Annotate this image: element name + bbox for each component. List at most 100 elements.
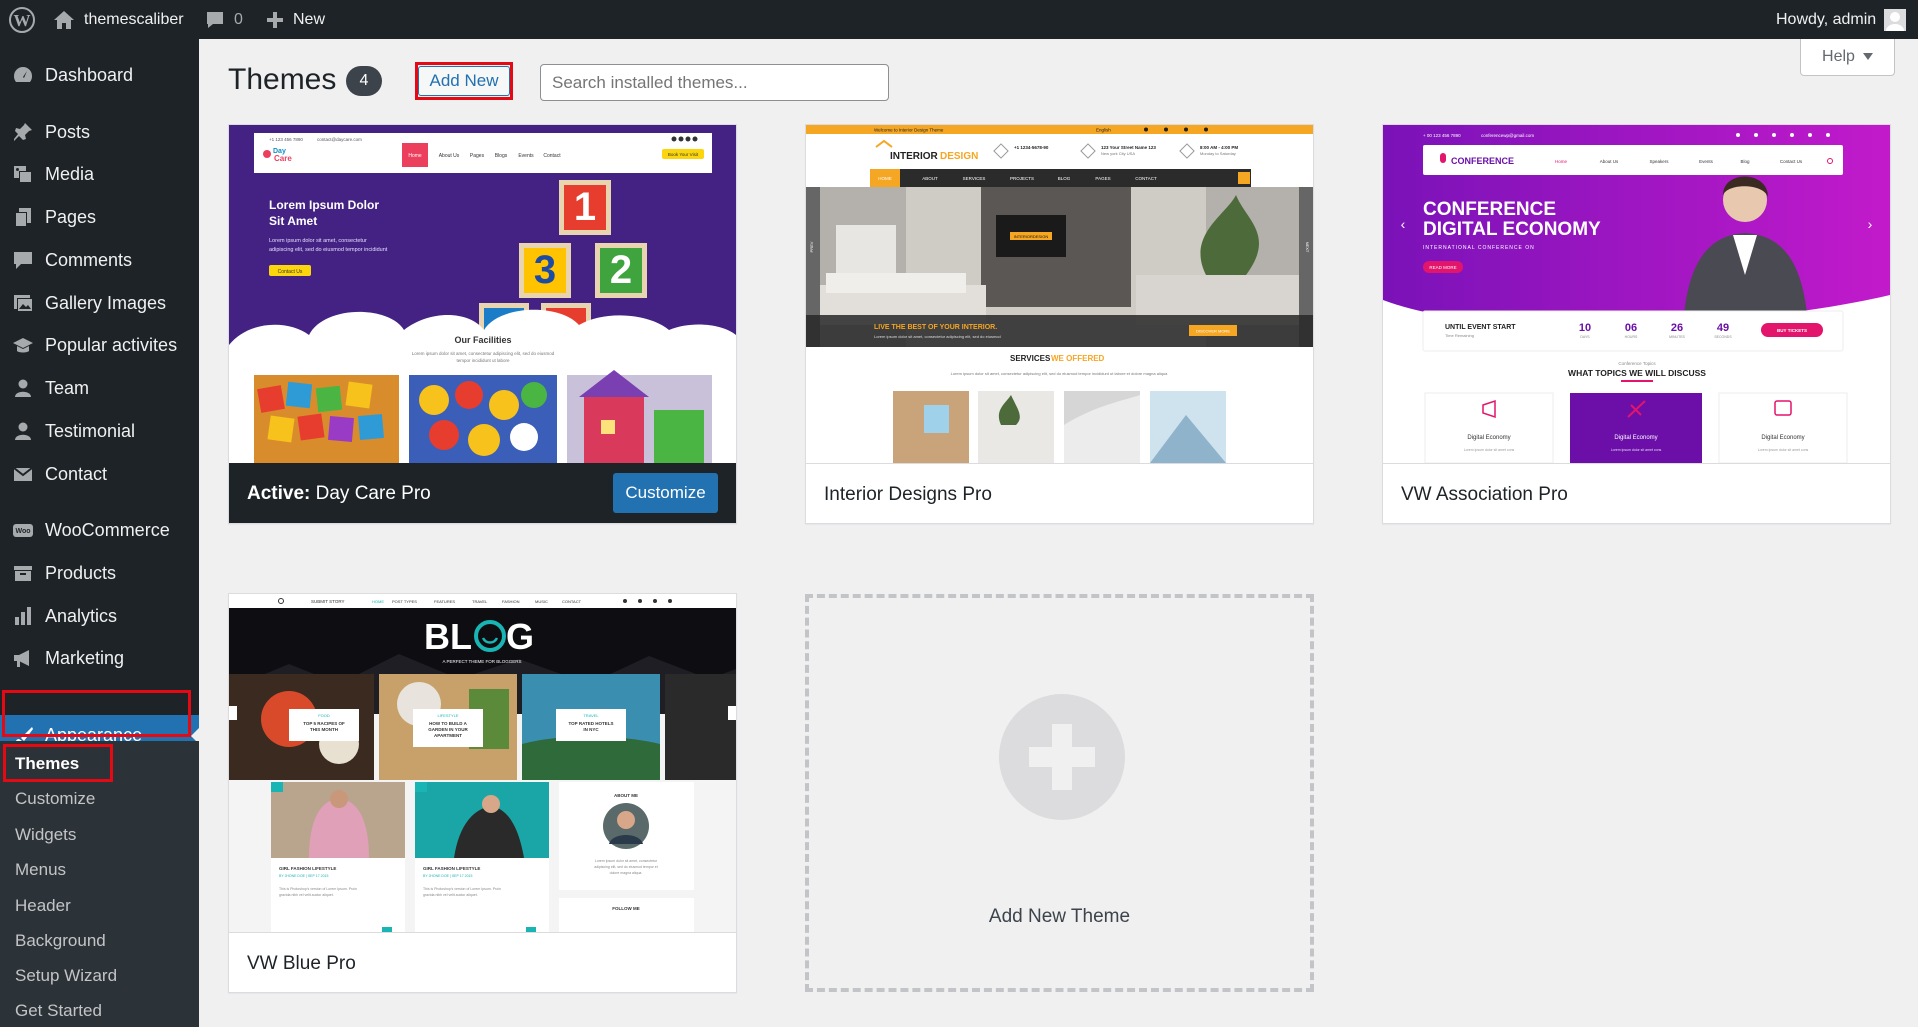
submenu-customize[interactable]: Customize <box>15 784 95 814</box>
conference-card-1-text: Lorem ipsum dolor sit amet cons <box>1464 448 1515 452</box>
twitter-icon <box>638 599 642 603</box>
conference-hero-button: READ MORE <box>1429 265 1456 270</box>
conference-hero-sub: INTERNATIONAL CONFERENCE ON <box>1423 245 1535 251</box>
new-content-link[interactable]: New <box>266 0 325 39</box>
blog-title-1: BL <box>424 616 472 657</box>
conference-event-sub: Time Remaining <box>1445 333 1474 338</box>
blog-slide-3-category: TRAVEL <box>583 713 599 718</box>
sidebar-item-gallery-images[interactable]: Gallery Images <box>0 282 199 324</box>
daycare-nav-about: About Us <box>439 153 460 159</box>
search-themes-input[interactable] <box>540 64 889 101</box>
interior-hero-title: LIVE THE BEST OF YOUR INTERIOR. <box>874 324 997 331</box>
blog-slider-prev-icon <box>229 706 237 720</box>
sidebar-item-products[interactable]: Products <box>0 552 199 594</box>
plus-icon <box>999 694 1125 820</box>
gallery-icon <box>11 291 35 315</box>
sidebar-item-contact[interactable]: Contact <box>0 453 199 495</box>
submenu-widgets[interactable]: Widgets <box>15 820 76 850</box>
sidebar-item-team[interactable]: Team <box>0 367 199 409</box>
sidebar-item-posts[interactable]: Posts <box>0 111 199 153</box>
interior-nav-about: ABOUT <box>922 176 938 181</box>
interior-logo-2: DESIGN <box>940 151 978 162</box>
sidebar-item-label: Pages <box>45 206 97 227</box>
sidebar-item-testimonial[interactable]: Testimonial <box>0 410 199 452</box>
comments-link[interactable]: 0 <box>205 0 243 39</box>
submenu-themes[interactable]: Themes <box>15 749 79 779</box>
blog-nav-post-types: POST TYPES <box>392 599 417 604</box>
my-account-link[interactable]: Howdy, admin <box>1776 0 1907 39</box>
sidebar-item-marketing[interactable]: Marketing <box>0 637 199 679</box>
daycare-block-1: 1 <box>574 185 596 229</box>
daycare-block-2: 2 <box>610 248 632 292</box>
theme-card-day-care-pro[interactable]: +1 123 456 7890 contact@daycare.com Day … <box>228 124 737 524</box>
conference-card-2-text: Lorem ipsum dolor sit amet cons <box>1611 448 1662 452</box>
sidebar-item-label: Gallery Images <box>45 292 167 313</box>
svg-text:W: W <box>14 11 31 30</box>
interior-next: NEXT <box>1305 242 1310 253</box>
interior-phone: +1 1234-5678-90 <box>1014 145 1049 150</box>
sidebar-item-popular-activites[interactable]: Popular activites <box>0 324 199 366</box>
theme-name-bar: Active: Day Care Pro Customize <box>229 463 736 523</box>
blog-nav-travel: TRAVEL <box>472 599 488 604</box>
submenu-background[interactable]: Background <box>15 926 106 956</box>
sidebar-item-pages[interactable]: Pages <box>0 196 199 238</box>
blog-slide-3-title-1: TOP RATED HOTELS <box>568 721 613 726</box>
daycare-hero-text-1: Lorem ipsum dolor sit amet, consectetur <box>269 238 367 244</box>
daycare-hero-title-1: Lorem Ipsum Dolor <box>269 198 379 212</box>
sidebar-item-dashboard[interactable]: Dashboard <box>0 54 199 96</box>
conference-hero-2: DIGITAL ECONOMY <box>1423 219 1601 240</box>
daycare-facilities-title: Our Facilities <box>454 335 511 345</box>
theme-card-interior-designs-pro[interactable]: Welcome to Interior Design Theme English… <box>805 124 1314 524</box>
pinterest-icon <box>1790 133 1794 137</box>
sidebar-item-media[interactable]: Media <box>0 153 199 195</box>
countdown-hours-value: 06 <box>1625 322 1637 334</box>
sidebar-item-label: Testimonial <box>45 420 136 441</box>
conference-topics-title: WHAT TOPICS WE WILL DISCUSS <box>1568 368 1706 378</box>
theme-name-bar: Interior Designs Pro <box>806 463 1313 523</box>
theme-name-bar: VW Association Pro <box>1383 463 1890 523</box>
wordpress-logo-icon[interactable]: W <box>9 0 35 39</box>
daycare-block-3: 3 <box>534 248 556 292</box>
active-prefix: Active: <box>247 482 311 504</box>
instagram-icon <box>1772 133 1776 137</box>
blog-post-1-text-2: gravida nibh vel velit auctor aliquet. <box>279 893 334 897</box>
add-new-theme-card[interactable]: Add New Theme <box>805 594 1314 992</box>
submenu-header[interactable]: Header <box>15 891 71 921</box>
interior-prev: PREV <box>809 241 814 252</box>
countdown-minutes-label: MINUTES <box>1669 335 1685 339</box>
blog-about-text-2: adipiscing elit, sed do eiusmod tempor e… <box>594 865 657 869</box>
submenu-setup-wizard[interactable]: Setup Wizard <box>15 961 117 991</box>
sidebar-item-label: Dashboard <box>45 64 134 85</box>
daycare-logo-icon <box>263 150 271 158</box>
customize-button[interactable]: Customize <box>613 473 718 513</box>
conference-card-3-title: Digital Economy <box>1761 435 1804 441</box>
sidebar-item-label: Comments <box>45 249 133 270</box>
blog-slide-2-title-3: APARTMENT <box>434 733 462 738</box>
comment-icon <box>11 248 35 272</box>
blog-follow-title: FOLLOW ME <box>612 906 640 911</box>
sidebar-item-comments[interactable]: Comments <box>0 239 199 281</box>
sidebar-item-woocommerce[interactable]: Woo WooCommerce <box>0 509 199 551</box>
interior-tv-logo: INTERIORDESIGN <box>1014 234 1049 239</box>
interior-address-2: New york City USA <box>1101 151 1135 156</box>
theme-card-vw-blue-pro[interactable]: SUBMIT STORY HOME POST TYPES FEATURES TR… <box>228 593 737 993</box>
site-name-link[interactable]: themescaliber <box>53 0 184 39</box>
blog-slider-next-icon <box>728 706 736 720</box>
conference-nav-events: Events <box>1699 159 1714 164</box>
blog-slide-3-title-2: IN NYC <box>583 727 599 732</box>
facebook-icon <box>1144 127 1148 132</box>
submenu-get-started[interactable]: Get Started <box>15 996 102 1026</box>
submenu-menus[interactable]: Menus <box>15 855 66 885</box>
theme-name: VW Blue Pro <box>247 952 356 974</box>
youtube-icon <box>1204 127 1208 132</box>
appearance-submenu: Themes Customize Widgets Menus Header Ba… <box>0 741 199 1027</box>
sidebar-item-analytics[interactable]: Analytics <box>0 595 199 637</box>
help-tab-button[interactable]: Help <box>1800 39 1895 76</box>
interior-hero-text: Lorem ipsum dolor sit amet, consectetur … <box>874 334 1001 339</box>
add-new-button[interactable]: Add New <box>418 66 510 96</box>
sidebar-item-label: Contact <box>45 463 108 484</box>
theme-card-vw-association-pro[interactable]: + 00 123 456 7890 conferencewp@gmail.com… <box>1382 124 1891 524</box>
page-icon <box>11 205 35 229</box>
sidebar-item-label: WooCommerce <box>45 519 170 540</box>
interior-nav-home: HOME <box>878 176 892 181</box>
